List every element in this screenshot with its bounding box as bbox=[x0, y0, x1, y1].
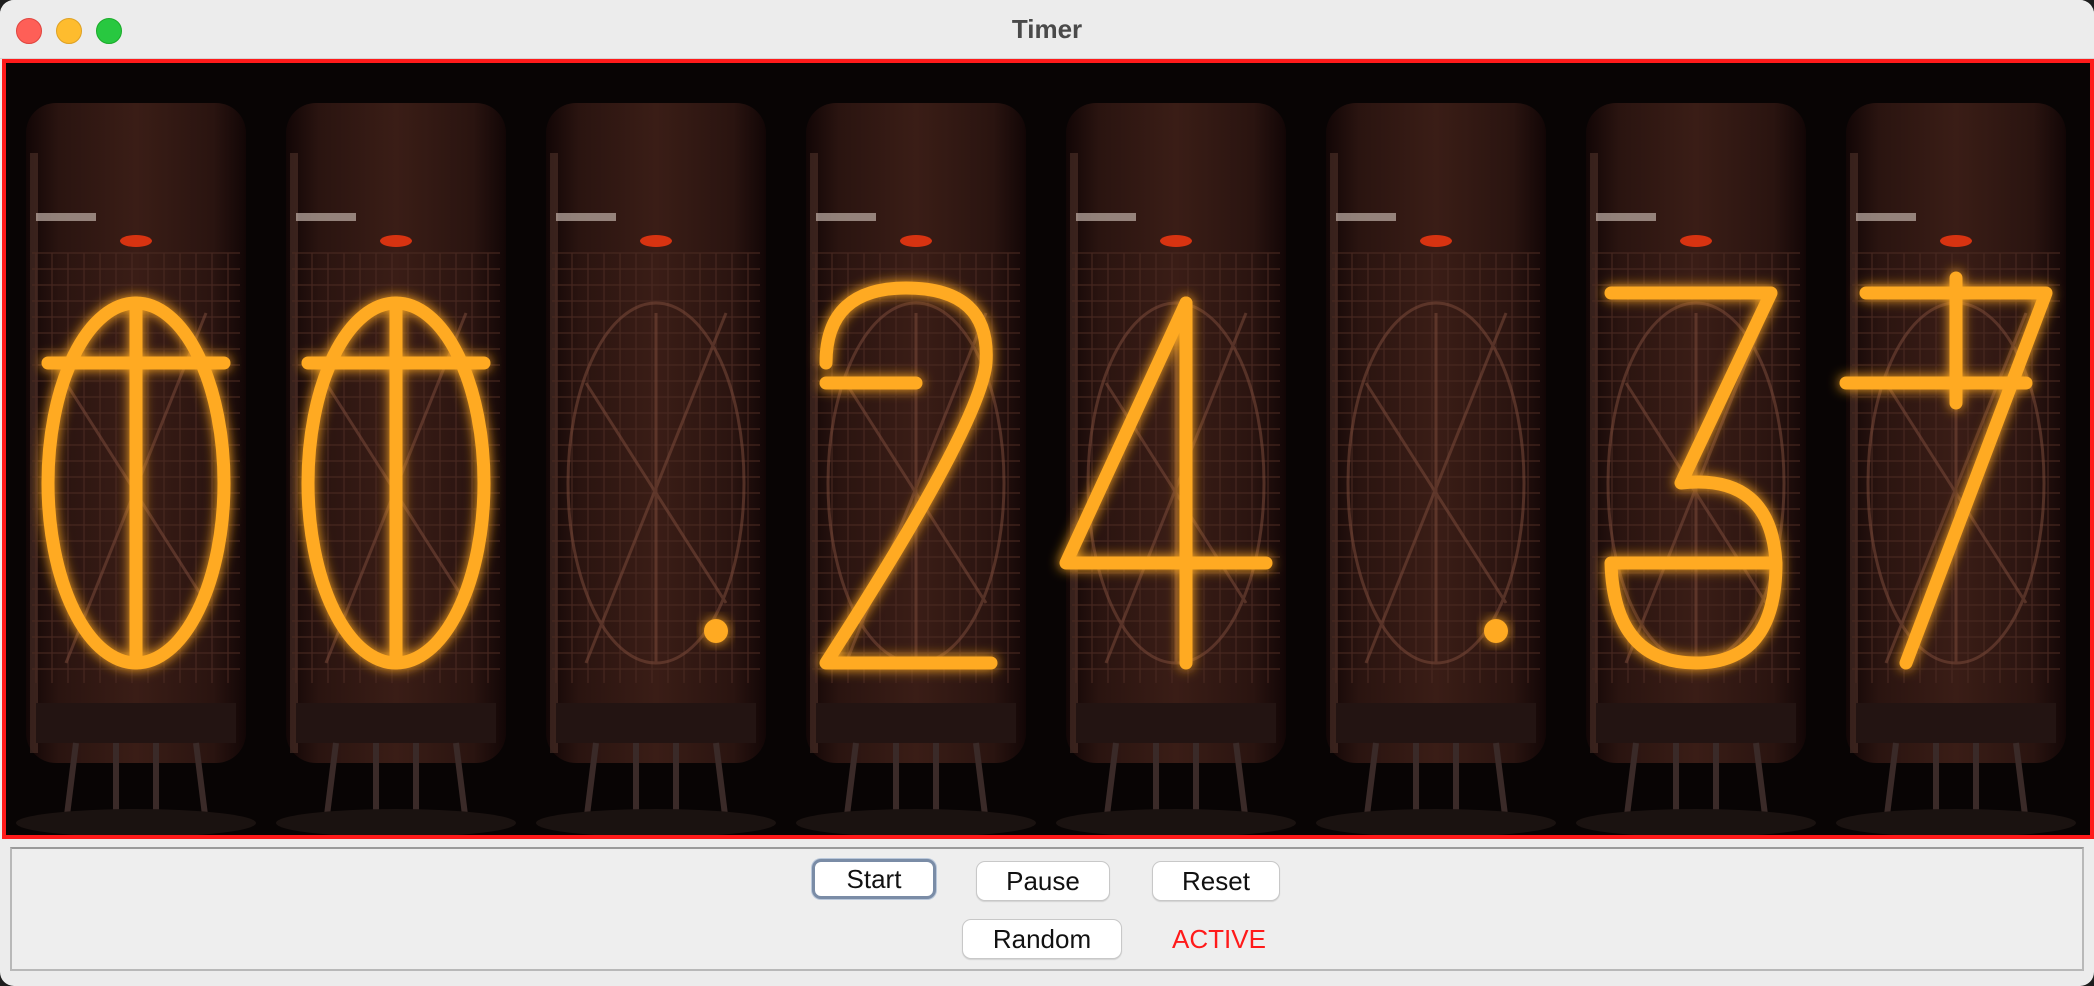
nixie-tube bbox=[1826, 63, 2086, 835]
reset-button[interactable]: Reset bbox=[1152, 861, 1280, 901]
title-bar[interactable]: Timer bbox=[0, 0, 2094, 59]
separator-dot bbox=[1484, 619, 1508, 643]
timer-window: Timer Start Pause Reset Random ACTIVE bbox=[0, 0, 2094, 986]
status-label: ACTIVE bbox=[1172, 924, 1266, 954]
nixie-tube bbox=[1046, 63, 1306, 835]
nixie-tube-display bbox=[2, 59, 2094, 839]
random-button[interactable]: Random bbox=[962, 919, 1122, 959]
nixie-tube bbox=[1306, 63, 1566, 835]
start-button[interactable]: Start bbox=[812, 859, 936, 899]
pause-button[interactable]: Pause bbox=[976, 861, 1110, 901]
nixie-tube bbox=[786, 63, 1046, 835]
nixie-tube bbox=[266, 63, 526, 835]
nixie-tube bbox=[6, 63, 266, 835]
nixie-tube bbox=[526, 63, 786, 835]
separator-dot bbox=[704, 619, 728, 643]
nixie-tube bbox=[1566, 63, 1826, 835]
controls-panel: Start Pause Reset Random ACTIVE bbox=[10, 847, 2084, 971]
window-title: Timer bbox=[1011, 14, 1083, 44]
